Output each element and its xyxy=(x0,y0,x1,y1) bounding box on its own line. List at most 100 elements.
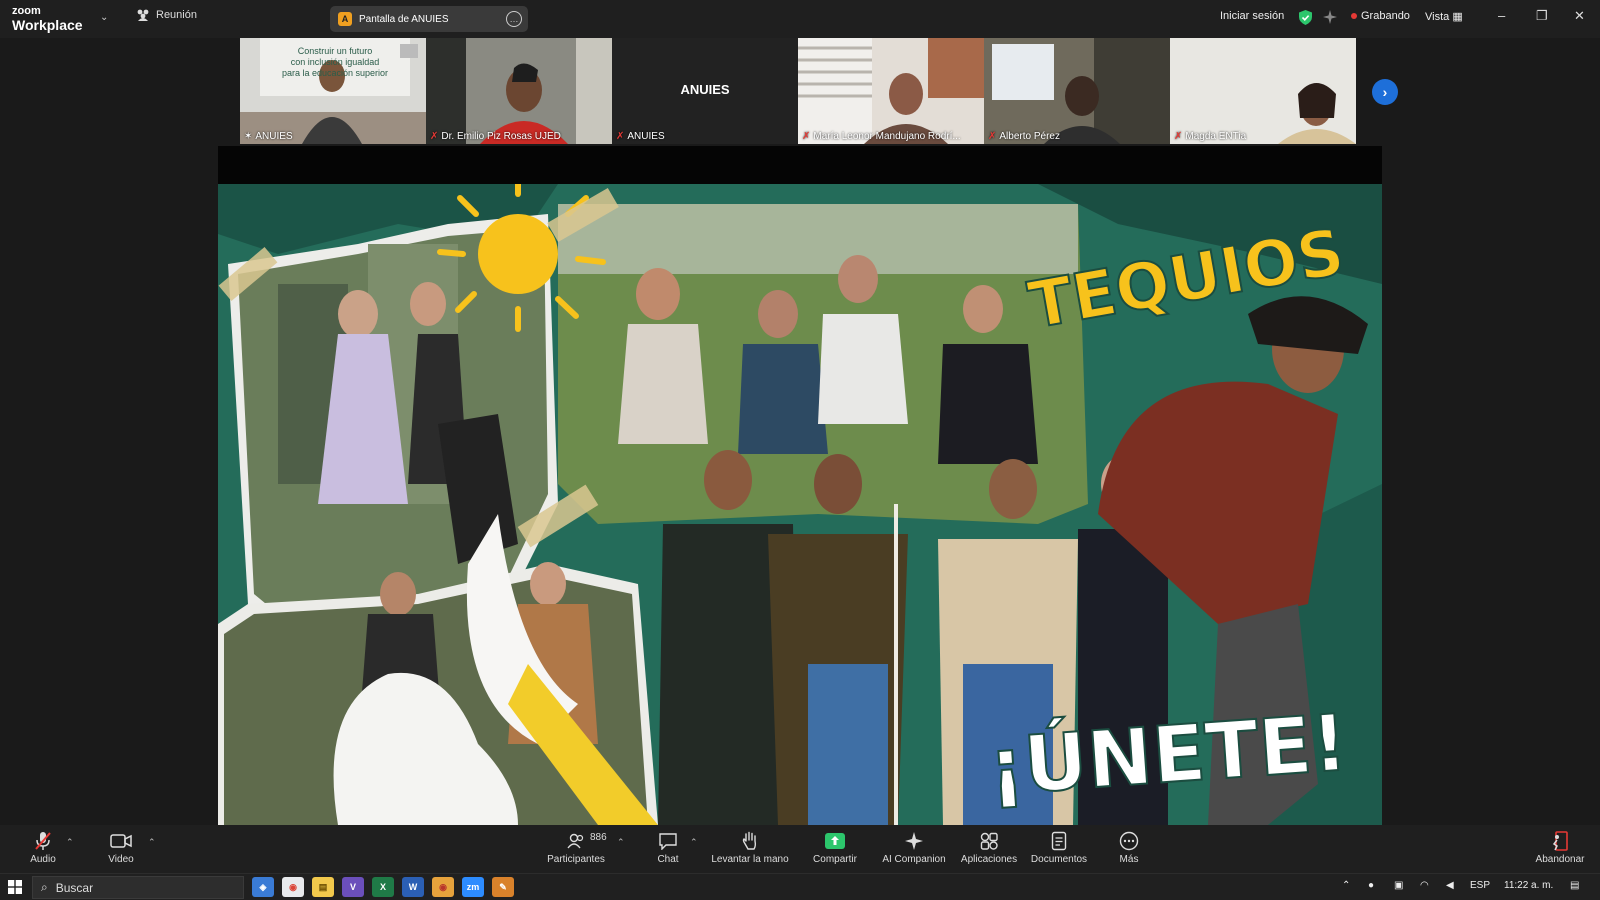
ai-companion-button[interactable]: AI Companion xyxy=(880,831,948,865)
whiteboard-app-icon[interactable]: ✎ xyxy=(492,877,514,897)
meeting-toolbar: Audio ⌃ Video ⌃ Participantes 886 ⌃ Chat… xyxy=(0,825,1600,873)
tequios-poster: TEQUIOS ¡ÚNETE! xyxy=(218,184,1382,825)
file-explorer-icon[interactable]: ▤ xyxy=(312,877,334,897)
search-icon: ⌕ xyxy=(41,880,48,894)
chrome-profile-icon[interactable]: ◉ xyxy=(432,877,454,897)
display-tray-icon[interactable]: ▣ xyxy=(1394,880,1403,891)
banner-line: Construir un futuro xyxy=(297,46,373,56)
participants-count: 886 xyxy=(590,832,607,843)
participant-name-tag: ✗ María Leonor Mandujano Rodrí... xyxy=(802,131,961,142)
document-icon xyxy=(1028,831,1090,851)
muted-mic-icon xyxy=(24,831,62,851)
visio-icon[interactable]: V xyxy=(342,877,364,897)
participant-tile[interactable]: ✗ Dr. Emilio Piz Rosas UJED xyxy=(426,38,612,144)
grid-view-icon: ▦ xyxy=(1452,11,1463,23)
microphone-tray-icon[interactable]: ● xyxy=(1368,880,1374,891)
participants-options-chevron-icon[interactable]: ⌃ xyxy=(617,837,625,848)
people-icon xyxy=(137,9,149,21)
participant-tile[interactable]: ✗ Alberto Pérez xyxy=(984,38,1170,144)
apps-icon xyxy=(958,831,1020,851)
banner-line: con inclusión igualdad xyxy=(290,57,380,67)
participant-name: ANUIES xyxy=(255,131,293,142)
wifi-icon[interactable]: ◠ xyxy=(1420,880,1429,891)
participant-tile[interactable]: ANUIES ✗ ANUIES xyxy=(612,38,798,144)
muted-mic-icon: ✗ xyxy=(430,131,439,142)
show-hidden-icons-chevron-icon[interactable]: ⌃ xyxy=(1342,880,1350,891)
excel-icon[interactable]: X xyxy=(372,877,394,897)
shared-screen: TEQUIOS ¡ÚNETE! xyxy=(218,184,1382,825)
restore-icon[interactable]: ❐ xyxy=(1536,8,1548,24)
chat-button[interactable]: Chat xyxy=(650,831,686,865)
search-placeholder: Buscar xyxy=(55,880,94,895)
shared-screen-indicator[interactable]: A Pantalla de ANUIES … xyxy=(330,6,528,32)
word-icon[interactable]: W xyxy=(402,877,424,897)
brand-line-1: zoom xyxy=(12,5,41,17)
share-screen-icon xyxy=(810,831,860,851)
share-label: Compartir xyxy=(813,854,857,865)
participant-name: Alberto Pérez xyxy=(999,131,1060,142)
minimize-icon[interactable]: – xyxy=(1498,8,1505,23)
raise-hand-icon xyxy=(710,831,790,851)
recording-label: Grabando xyxy=(1361,10,1410,22)
meeting-label: Reunión xyxy=(156,9,197,21)
view-label: Vista xyxy=(1425,11,1450,23)
pin-icon: ✶ xyxy=(244,131,253,142)
audio-label: Audio xyxy=(30,854,56,865)
brand-line-2: Workplace xyxy=(12,17,83,33)
more-options-icon[interactable]: … xyxy=(506,11,522,27)
documents-label: Documentos xyxy=(1030,854,1088,865)
copilot-icon[interactable]: ◈ xyxy=(252,877,274,897)
apps-button[interactable]: Aplicaciones xyxy=(958,831,1020,865)
zoom-app-icon[interactable]: zm xyxy=(462,877,484,897)
muted-mic-icon: ✗ xyxy=(616,131,625,142)
shared-screen-top-band xyxy=(218,146,1382,184)
share-source-avatar: A xyxy=(338,12,352,26)
participant-name-tag: ✶ ANUIES xyxy=(244,131,293,142)
speaker-icon[interactable]: ◀ xyxy=(1446,880,1454,891)
sign-in-link[interactable]: Iniciar sesión xyxy=(1220,10,1284,22)
more-button[interactable]: Más xyxy=(1114,831,1144,865)
ai-sparkle-icon xyxy=(880,831,948,851)
leave-button[interactable]: Abandonar xyxy=(1532,831,1588,865)
windows-start-icon[interactable] xyxy=(8,880,22,894)
taskbar-search-box[interactable]: ⌕ Buscar xyxy=(32,876,244,899)
notifications-icon[interactable]: ▤ xyxy=(1570,880,1579,891)
participant-tile[interactable]: Construir un futuro con inclusión iguald… xyxy=(240,38,426,144)
audio-button[interactable]: Audio xyxy=(24,831,62,865)
participant-name-tag: ✗ Dr. Emilio Piz Rosas UJED xyxy=(430,131,561,142)
video-button[interactable]: Video xyxy=(102,831,140,865)
windows-taskbar: ⌕ Buscar ◈ ◉ ▤ V X W ◉ zm ✎ ⌃ ● ▣ ◠ ◀ ES… xyxy=(0,873,1600,900)
banner-text: Construir un futuro con inclusión iguald… xyxy=(276,46,394,79)
audio-options-chevron-icon[interactable]: ⌃ xyxy=(66,837,74,848)
security-shield-icon[interactable] xyxy=(1299,10,1312,25)
participant-name: Dr. Emilio Piz Rosas UJED xyxy=(441,131,561,142)
participant-tile[interactable]: ✗ Magda ENTia xyxy=(1170,38,1356,144)
title-bar: zoom Workplace ⌄ Reunión A Pantalla de A… xyxy=(0,0,1600,38)
participant-tile[interactable]: ✗ María Leonor Mandujano Rodrí... xyxy=(798,38,984,144)
participant-name-tag: ✗ Magda ENTia xyxy=(1174,131,1246,142)
chrome-icon[interactable]: ◉ xyxy=(282,877,304,897)
leave-door-icon xyxy=(1532,831,1588,851)
meeting-info-button[interactable]: Reunión xyxy=(136,9,197,21)
close-icon[interactable]: ✕ xyxy=(1574,8,1585,24)
participant-name-tag: ✗ ANUIES xyxy=(616,131,665,142)
raise-hand-button[interactable]: Levantar la mano xyxy=(710,831,790,865)
participant-video xyxy=(1170,38,1356,144)
share-screen-button[interactable]: Compartir xyxy=(810,831,860,865)
participants-label: Participantes xyxy=(547,854,605,865)
sparkle-icon[interactable] xyxy=(1323,10,1337,24)
input-language[interactable]: ESP xyxy=(1470,880,1490,891)
next-participants-button[interactable]: › xyxy=(1372,79,1398,105)
chat-options-chevron-icon[interactable]: ⌃ xyxy=(690,837,698,848)
video-options-chevron-icon[interactable]: ⌃ xyxy=(148,837,156,848)
view-button[interactable]: Vista ▦ xyxy=(1425,10,1463,23)
more-label: Más xyxy=(1119,854,1139,865)
documents-button[interactable]: Documentos xyxy=(1028,831,1090,865)
ai-companion-label: AI Companion xyxy=(882,854,946,865)
app-menu-chevron-icon[interactable]: ⌄ xyxy=(100,12,108,23)
muted-mic-icon: ✗ xyxy=(1174,131,1183,142)
video-label: Video xyxy=(108,854,134,865)
participant-name: ANUIES xyxy=(627,131,665,142)
recording-status[interactable]: Grabando xyxy=(1351,10,1410,22)
system-clock[interactable]: 11:22 a. m. xyxy=(1504,880,1553,891)
